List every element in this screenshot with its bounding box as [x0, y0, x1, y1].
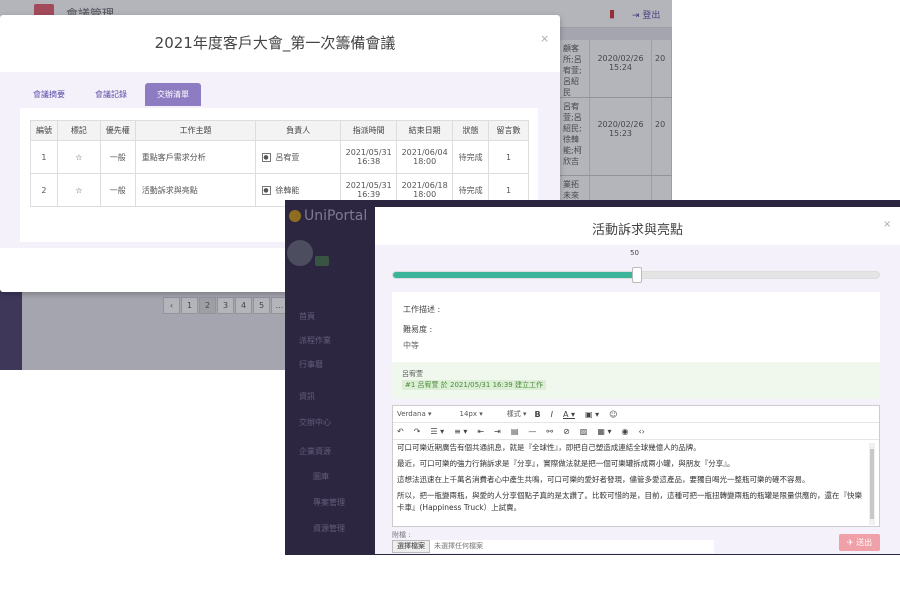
bold-icon[interactable]: B — [535, 410, 541, 419]
redo-icon[interactable]: ↷ — [414, 427, 421, 436]
activity-log: 呂宥萱 #1 呂宥萱 於 2021/05/31 16:39 建立工作 — [392, 362, 880, 399]
table-row[interactable]: 1 ☆ 一般 重點客戶需求分析 ● 呂宥萱 2021/05/31 16:38 20… — [30, 140, 529, 174]
indent-icon[interactable]: ⇥ — [494, 427, 501, 436]
modal-title: 2021年度客戶大會_第一次籌備會議 — [154, 34, 396, 52]
tab-task-list[interactable]: 交辦清單 — [145, 83, 201, 106]
column-header[interactable]: 留言數 — [488, 120, 529, 141]
log-user: 呂宥萱 — [402, 370, 423, 378]
task-status: 待完成 — [452, 140, 490, 174]
editor-toolbar-2: ↶ ↷ ☰ ▾ ≡ ▾ ⇤ ⇥ ▤ — ⚯ ⊘ ▨ ▦ ▾ ◉ ‹› — [393, 423, 879, 440]
work-desc-label: 工作描述 : — [403, 305, 441, 314]
editor-paragraph: 所以，把一瓶變兩瓶，與愛的人分享個點子真的是太讚了。比較可惜的是，目前，這種可把… — [397, 491, 862, 512]
send-button[interactable]: ✈ 送出 — [839, 534, 880, 551]
choose-file-button[interactable]: 選擇檔案 — [392, 540, 430, 553]
modal-body: 50 工作描述 : 難易度 : 中等 呂宥萱 #1 呂宥萱 於 2021/05/… — [375, 245, 900, 554]
star-icon[interactable]: ☆ — [56, 173, 101, 207]
column-header[interactable]: 負責人 — [255, 120, 342, 141]
source-code-icon[interactable]: ‹› — [638, 427, 644, 436]
task-assigned-time: 2021/05/31 16:38 — [340, 140, 398, 174]
undo-icon[interactable]: ↶ — [397, 427, 404, 436]
outdent-icon[interactable]: ⇤ — [477, 427, 484, 436]
font-family-value: Verdana — [397, 410, 426, 418]
table-header-row: 編號 標記 優先權 工作主題 負責人 指派時間 結束日期 狀態 留言數 — [30, 120, 529, 141]
preview-icon[interactable]: ◉ — [621, 427, 628, 436]
file-input[interactable]: 選擇檔案 未選擇任何檔案 — [392, 540, 714, 553]
image-icon[interactable]: ▨ — [580, 427, 588, 436]
editor-scrollbar[interactable] — [869, 443, 875, 525]
column-header[interactable]: 編號 — [30, 120, 58, 141]
difficulty-label: 難易度 : — [403, 325, 433, 334]
task-no: 2 — [30, 173, 58, 207]
column-header[interactable]: 優先權 — [99, 120, 136, 141]
column-header[interactable]: 指派時間 — [340, 120, 398, 141]
attachment-label: 附檔 : — [392, 531, 411, 539]
bullet-list-icon[interactable]: ☰ ▾ — [430, 427, 444, 436]
column-header[interactable]: 標記 — [56, 120, 101, 141]
link-icon[interactable]: ⚯ — [546, 427, 553, 436]
task-topic-link[interactable]: 重點客戶需求分析 — [134, 140, 257, 174]
person-icon: ● — [262, 152, 272, 162]
font-size-value: 14px — [459, 410, 478, 418]
numbered-list-icon[interactable]: ≡ ▾ — [454, 427, 467, 436]
editor-paragraph: 這想法迅速在上千萬名消費者心中產生共鳴，可口可樂的愛好者發現，儘管多愛這產品，要… — [397, 475, 810, 484]
owner-name: 徐韓能 — [275, 185, 300, 195]
column-header[interactable]: 結束日期 — [396, 120, 454, 141]
table-icon[interactable]: ▦ ▾ — [597, 427, 611, 436]
star-icon[interactable]: ☆ — [56, 140, 101, 174]
tab-meeting-record[interactable]: 會議記錄 — [83, 83, 139, 106]
tab-bar: 會議摘要 會議記錄 交辦清單 — [21, 83, 207, 106]
unlink-icon[interactable]: ⊘ — [563, 427, 570, 436]
log-message: #1 呂宥萱 於 2021/05/31 16:39 建立工作 — [402, 380, 546, 390]
horizontal-rule-icon[interactable]: — — [528, 427, 536, 436]
highlight-icon[interactable]: ▣ ▾ — [585, 410, 599, 419]
scrollbar-thumb[interactable] — [870, 449, 874, 519]
task-topic-link[interactable]: 活動訴求與亮點 — [134, 173, 257, 207]
style-value: 樣式 — [506, 410, 521, 418]
font-size-select[interactable]: 14px ▾ — [460, 410, 483, 418]
close-icon[interactable]: × — [540, 32, 549, 45]
task-comment-count: 1 — [488, 140, 529, 174]
task-priority: 一般 — [99, 173, 136, 207]
modal-title: 活動訴求與亮點 — [591, 223, 683, 238]
file-name: 未選擇任何檔案 — [434, 542, 483, 550]
task-no: 1 — [30, 140, 58, 174]
italic-icon[interactable]: I — [551, 410, 553, 419]
slider-handle[interactable] — [632, 267, 642, 283]
progress-slider[interactable] — [392, 267, 880, 283]
task-owner: ● 呂宥萱 — [255, 140, 342, 174]
task-due-date: 2021/06/04 18:00 — [396, 140, 454, 174]
column-header[interactable]: 工作主題 — [134, 120, 257, 141]
progress-value: 50 — [630, 249, 639, 257]
rich-text-editor: Verdana ▾ 14px ▾ 樣式 ▾ B I A ▾ ▣ ▾ ☺ ↶ ↷ … — [392, 405, 880, 527]
editor-toolbar-1: Verdana ▾ 14px ▾ 樣式 ▾ B I A ▾ ▣ ▾ ☺ — [393, 406, 879, 423]
tab-meeting-summary[interactable]: 會議摘要 — [21, 83, 77, 106]
task-priority: 一般 — [99, 140, 136, 174]
column-header[interactable]: 狀態 — [452, 120, 490, 141]
editor-paragraph: 最近，可口可樂的強力行銷訴求是『分享』，實際做法就是把一個可樂罐拆成兩小罐，與朋… — [397, 459, 735, 468]
task-detail-modal: 活動訴求與亮點 × 50 工作描述 : 難易度 : 中等 呂宥萱 #1 呂宥萱 … — [375, 207, 900, 554]
task-table: 編號 標記 優先權 工作主題 負責人 指派時間 結束日期 狀態 留言數 1 ☆ — [30, 120, 529, 207]
editor-content[interactable]: 可口可樂近期廣告有個共通訊息，就是『全球性』，即把自己塑造成連結全球幾億人的品牌… — [397, 442, 865, 524]
font-color-icon[interactable]: A ▾ — [563, 410, 575, 419]
editor-paragraph: 可口可樂近期廣告有個共通訊息，就是『全球性』，即把自己塑造成連結全球幾億人的品牌… — [397, 443, 701, 452]
paste-icon[interactable]: ▤ — [511, 427, 519, 436]
difficulty-value: 中等 — [403, 341, 419, 350]
style-select[interactable]: 樣式 ▾ — [507, 409, 527, 419]
owner-name: 呂宥萱 — [275, 152, 300, 162]
progress-fill — [393, 272, 637, 278]
font-family-select[interactable]: Verdana ▾ — [397, 410, 432, 418]
close-icon[interactable]: × — [883, 219, 891, 230]
emoji-icon[interactable]: ☺ — [609, 410, 617, 419]
person-icon: ● — [262, 185, 272, 195]
